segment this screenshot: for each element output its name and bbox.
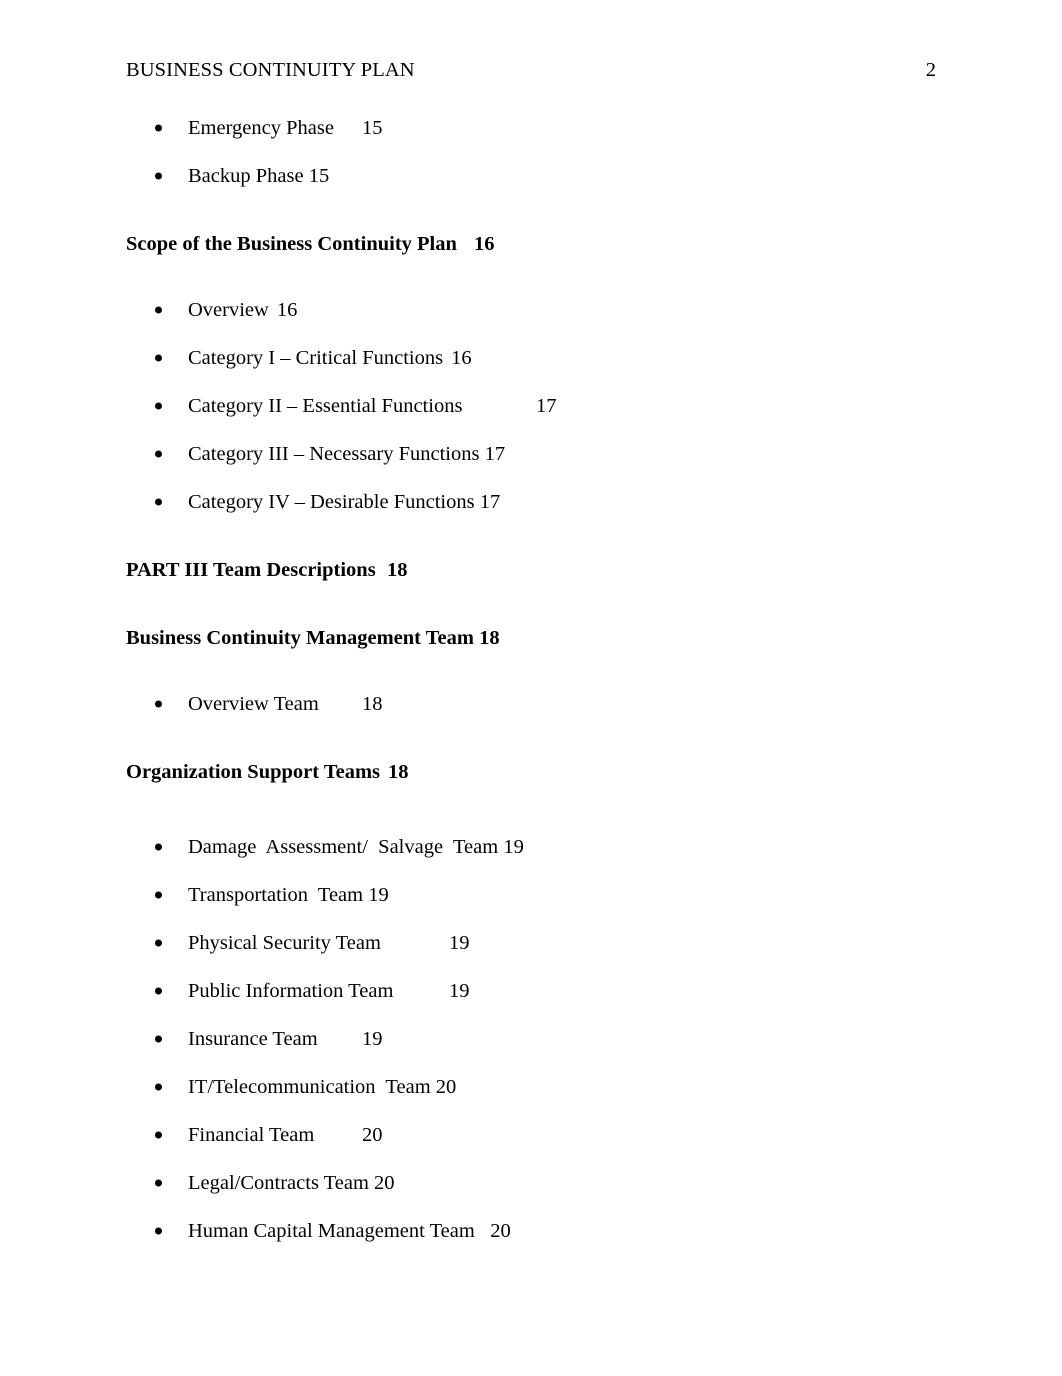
toc-heading-label: Organization Support Teams xyxy=(126,760,381,783)
toc-entry-page: 20 xyxy=(490,1219,511,1242)
list-item[interactable]: Damage Assessment/ Salvage Team 19 xyxy=(0,823,1062,871)
toc-entry-label: Category III – Necessary Functions xyxy=(188,442,480,465)
toc-entry-label: Category I – Critical Functions xyxy=(188,346,444,369)
list-item[interactable]: Legal/Contracts Team 20 xyxy=(0,1159,1062,1207)
bullet-icon xyxy=(155,843,162,851)
toc-entry-page: 19 xyxy=(362,1027,383,1050)
toc-section-heading-part-iii[interactable]: PART III Team Descriptions 18 xyxy=(0,546,1062,594)
list-item[interactable]: Category III – Necessary Functions 17 xyxy=(0,430,1062,478)
bullet-icon xyxy=(155,987,162,995)
document-page: BUSINESS CONTINUITY PLAN 2 Emergency Pha… xyxy=(0,0,1062,1376)
bullet-icon xyxy=(155,1227,162,1235)
bullet-icon xyxy=(155,172,162,180)
bullet-icon xyxy=(155,891,162,899)
list-item[interactable]: Backup Phase 15 xyxy=(0,152,1062,200)
list-item[interactable]: Overview Team 18 xyxy=(0,680,1062,728)
bullet-icon xyxy=(155,1035,162,1043)
toc-heading-label: Scope of the Business Continuity Plan xyxy=(126,232,457,255)
bullet-icon xyxy=(155,1083,162,1091)
toc-entry-gap xyxy=(475,1221,490,1242)
bullet-icon xyxy=(155,700,162,708)
toc-heading-page: 16 xyxy=(474,232,495,255)
list-item[interactable]: Physical Security Team 19 xyxy=(0,919,1062,967)
list-item[interactable]: IT/Telecommunication Team 20 xyxy=(0,1063,1062,1111)
toc-entry-page: 20 xyxy=(435,1075,457,1098)
toc-heading-label: Business Continuity Management Team xyxy=(126,626,474,649)
toc-entry-page: 19 xyxy=(449,931,470,954)
toc-entry-label: Backup Phase xyxy=(188,164,304,187)
toc-entry-page: 16 xyxy=(276,298,298,321)
toc-entry-label: Physical Security Team xyxy=(188,931,381,954)
toc-entry-page: 15 xyxy=(362,116,383,139)
list-item[interactable]: Overview 16 xyxy=(0,286,1062,334)
header-document-title: BUSINESS CONTINUITY PLAN xyxy=(126,59,415,81)
toc-entry-page: 17 xyxy=(484,442,506,465)
toc-entry-label: Category II – Essential Functions xyxy=(188,394,463,417)
toc-entry-label: Category IV – Desirable Functions xyxy=(188,490,475,513)
bullet-icon xyxy=(155,402,162,410)
toc-entry-label: Overview Team xyxy=(188,692,319,715)
list-item[interactable]: Emergency Phase 15 xyxy=(0,104,1062,152)
toc-entry-label: Financial Team xyxy=(188,1123,315,1146)
toc-heading-page: 18 xyxy=(479,626,500,649)
toc-section-heading-org-support-teams[interactable]: Organization Support Teams 18 xyxy=(0,748,1062,796)
toc-entry-page: 15 xyxy=(308,164,330,187)
list-item[interactable]: Transportation Team 19 xyxy=(0,871,1062,919)
bullet-icon xyxy=(155,939,162,947)
toc-section-heading-bcm-team[interactable]: Business Continuity Management Team 18 xyxy=(0,614,1062,662)
toc-entry-label: Human Capital Management Team xyxy=(188,1219,475,1242)
bullet-icon xyxy=(155,354,162,362)
toc-entry-page: 20 xyxy=(362,1123,383,1146)
bullet-icon xyxy=(155,450,162,458)
list-item[interactable]: Financial Team 20 xyxy=(0,1111,1062,1159)
list-item[interactable]: Category I – Critical Functions 16 xyxy=(0,334,1062,382)
toc-entry-label: IT/Telecommunication Team xyxy=(188,1075,431,1098)
toc-heading-page: 18 xyxy=(388,760,409,783)
toc-entry-label: Overview xyxy=(188,298,269,321)
bullet-icon xyxy=(155,306,162,314)
bullet-icon xyxy=(155,1131,162,1139)
page-running-header: BUSINESS CONTINUITY PLAN 2 xyxy=(126,58,936,83)
toc-entry-label: Public Information Team xyxy=(188,979,394,1002)
bullet-icon xyxy=(155,1179,162,1187)
toc-entry-page: 17 xyxy=(479,490,501,513)
list-item[interactable]: Category IV – Desirable Functions 17 xyxy=(0,478,1062,526)
toc-entry-label: Transportation Team xyxy=(188,883,364,906)
toc-entry-page: 19 xyxy=(503,835,524,858)
toc-entry-page: 17 xyxy=(536,394,557,417)
toc-entry-label: Damage Assessment/ Salvage Team xyxy=(188,835,499,858)
toc-entry-page: 18 xyxy=(362,692,383,715)
list-item[interactable]: Insurance Team 19 xyxy=(0,1015,1062,1063)
toc-entry-page: 20 xyxy=(374,1171,395,1194)
toc-entry-label: Emergency Phase xyxy=(188,116,334,139)
header-page-number: 2 xyxy=(925,59,936,81)
toc-heading-page: 18 xyxy=(387,558,408,581)
toc-entry-page: 16 xyxy=(451,346,472,369)
toc-section-heading-scope[interactable]: Scope of the Business Continuity Plan 16 xyxy=(0,220,1062,268)
toc-entry-page: 19 xyxy=(449,979,470,1002)
bullet-icon xyxy=(155,498,162,506)
toc-entry-label: Insurance Team xyxy=(188,1027,318,1050)
list-item[interactable]: Human Capital Management Team 20 xyxy=(0,1207,1062,1255)
bullet-icon xyxy=(155,124,162,132)
toc-heading-label: PART III Team Descriptions xyxy=(126,558,376,581)
toc-entry-label: Legal/Contracts Team xyxy=(188,1171,369,1194)
list-item[interactable]: Category II – Essential Functions 17 xyxy=(0,382,1062,430)
toc-entry-page: 19 xyxy=(368,883,389,906)
list-item[interactable]: Public Information Team 19 xyxy=(0,967,1062,1015)
table-of-contents: Emergency Phase 15 Backup Phase 15 Scope… xyxy=(0,104,1062,1255)
